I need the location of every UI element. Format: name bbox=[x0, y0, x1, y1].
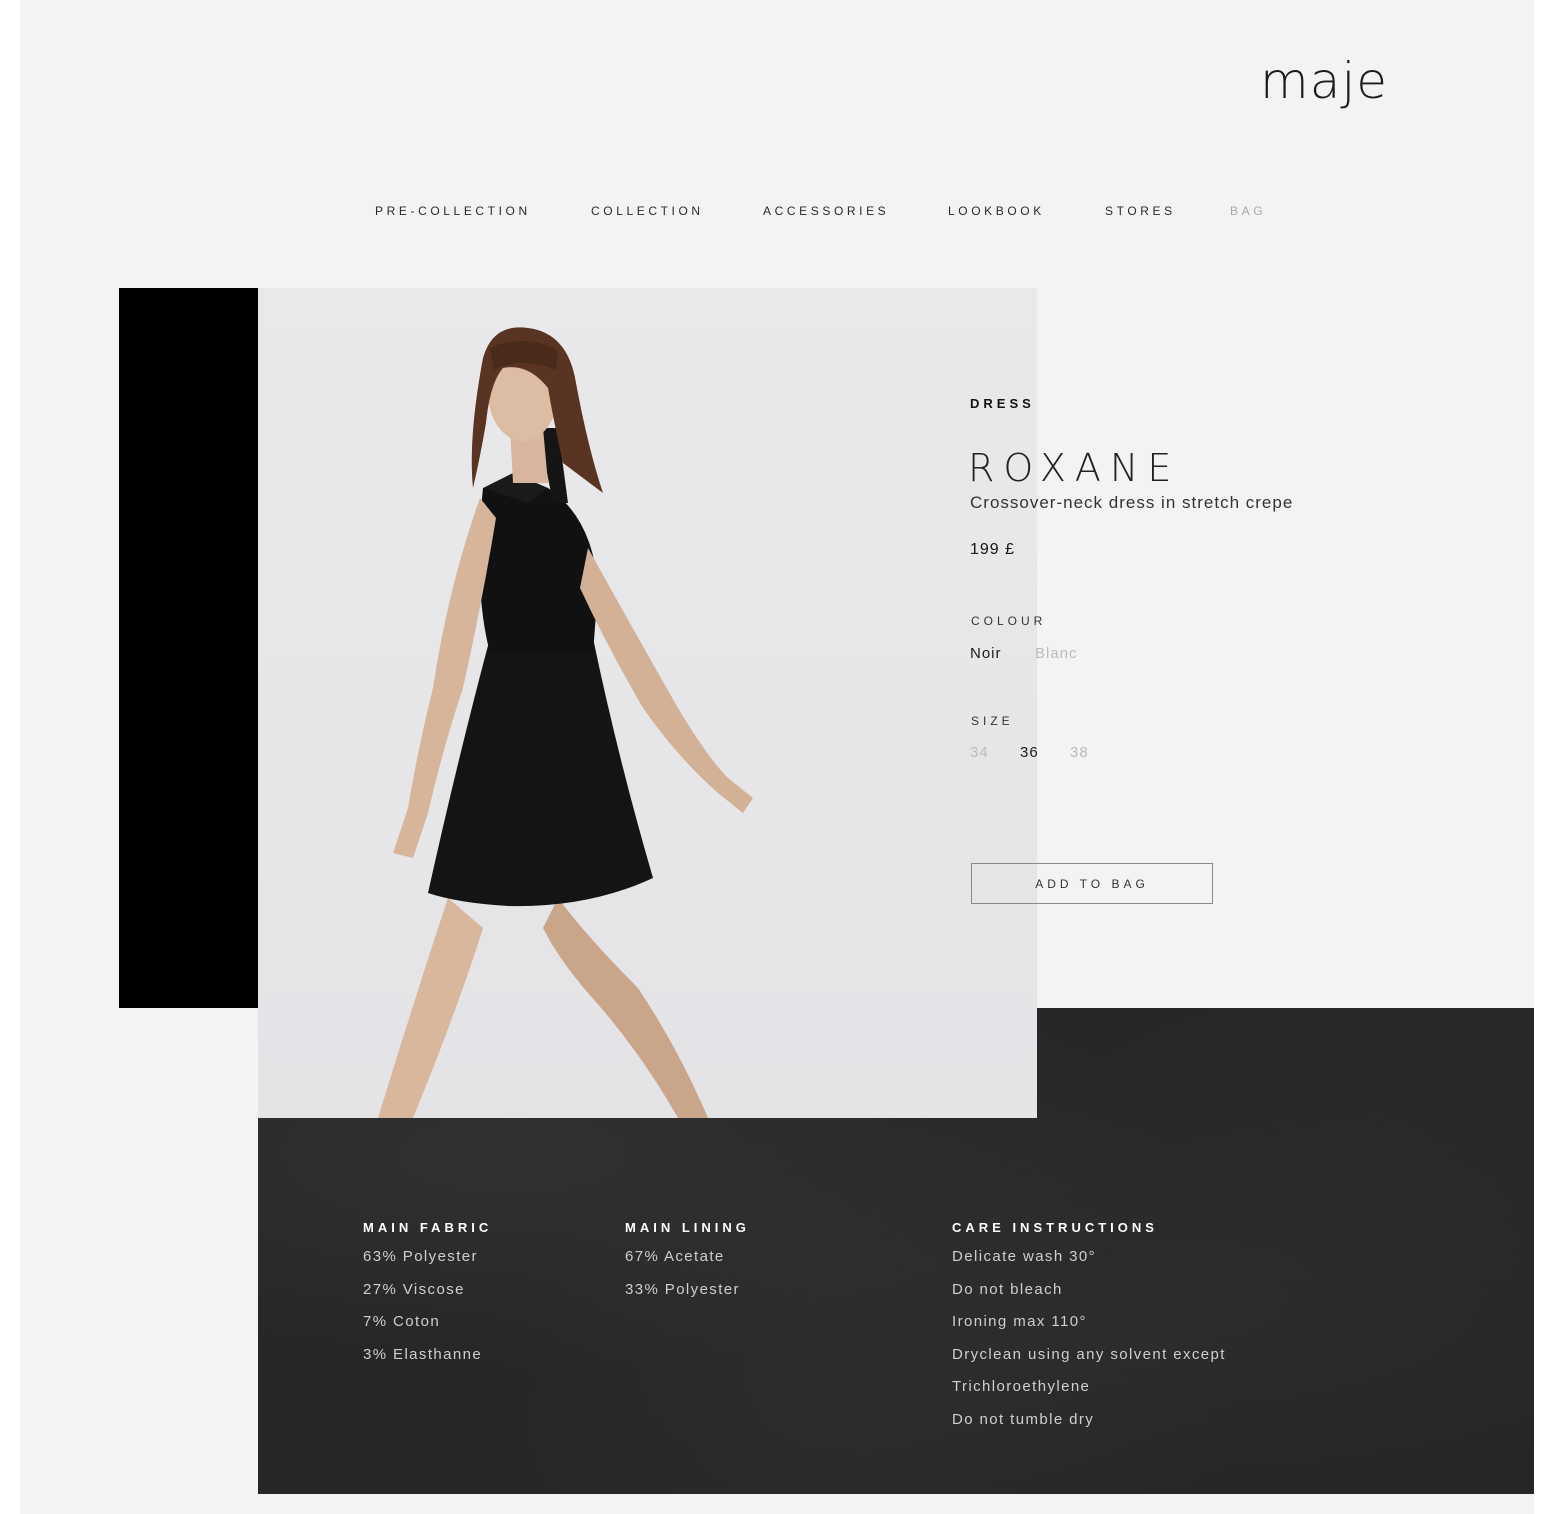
care-line: Trichloroethylene bbox=[952, 1378, 1091, 1395]
main-lining-line: 33% Polyester bbox=[625, 1280, 740, 1298]
colour-option-noir[interactable]: Noir bbox=[970, 645, 1002, 662]
care-line: Dryclean using any solvent except bbox=[952, 1345, 1226, 1363]
size-option-36[interactable]: 36 bbox=[1020, 744, 1039, 761]
nav-item-collection[interactable]: COLLECTION bbox=[591, 204, 704, 218]
brand-logo[interactable]: maje bbox=[1260, 52, 1388, 110]
main-fabric-section: MAIN FABRIC 63% Polyester 27% Viscose 7%… bbox=[363, 1220, 492, 1377]
main-fabric-line: 7% Coton bbox=[363, 1313, 441, 1330]
care-line: Ironing max 110° bbox=[952, 1313, 1087, 1330]
care-line: Delicate wash 30° bbox=[952, 1248, 1097, 1265]
main-fabric-line: 27% Viscose bbox=[363, 1280, 465, 1298]
care-line: Do not bleach bbox=[952, 1280, 1063, 1298]
nav-item-lookbook[interactable]: LOOKBOOK bbox=[948, 204, 1045, 218]
product-category: DRESS bbox=[970, 396, 1035, 411]
main-lining-section: MAIN LINING 67% Acetate 33% Polyester bbox=[625, 1220, 750, 1312]
size-option-38[interactable]: 38 bbox=[1070, 744, 1089, 761]
nav-item-pre-collection[interactable]: PRE-COLLECTION bbox=[375, 204, 531, 218]
size-option-34[interactable]: 34 bbox=[970, 744, 989, 761]
page: maje PRE-COLLECTION COLLECTION ACCESSORI… bbox=[20, 0, 1534, 1514]
main-lining-line: 67% Acetate bbox=[625, 1248, 725, 1265]
nav-item-bag[interactable]: BAG bbox=[1230, 204, 1266, 218]
product-description: Crossover-neck dress in stretch crepe bbox=[970, 493, 1294, 512]
size-label: SIZE bbox=[971, 714, 1014, 728]
care-line: Do not tumble dry bbox=[952, 1410, 1095, 1428]
product-price: 199 £ bbox=[970, 541, 1016, 558]
main-fabric-line: 3% Elasthanne bbox=[363, 1345, 483, 1363]
colour-option-blanc[interactable]: Blanc bbox=[1035, 645, 1078, 662]
product-photo bbox=[258, 288, 1037, 1118]
decorative-black-block bbox=[119, 288, 258, 1008]
care-instructions-title: CARE INSTRUCTIONS bbox=[952, 1220, 1158, 1235]
product-name: ROXANE bbox=[968, 446, 1181, 490]
main-fabric-line: 63% Polyester bbox=[363, 1248, 478, 1265]
colour-label: COLOUR bbox=[971, 614, 1047, 628]
main-lining-title: MAIN LINING bbox=[625, 1220, 750, 1235]
main-nav: PRE-COLLECTION COLLECTION ACCESSORIES LO… bbox=[20, 204, 1534, 224]
model-illustration bbox=[378, 327, 753, 1118]
main-fabric-title: MAIN FABRIC bbox=[363, 1220, 493, 1235]
nav-item-stores[interactable]: STORES bbox=[1105, 204, 1176, 218]
nav-item-accessories[interactable]: ACCESSORIES bbox=[763, 204, 889, 218]
add-to-bag-button[interactable]: ADD TO BAG bbox=[971, 863, 1213, 904]
care-instructions-section: CARE INSTRUCTIONS Delicate wash 30° Do n… bbox=[952, 1220, 1226, 1442]
